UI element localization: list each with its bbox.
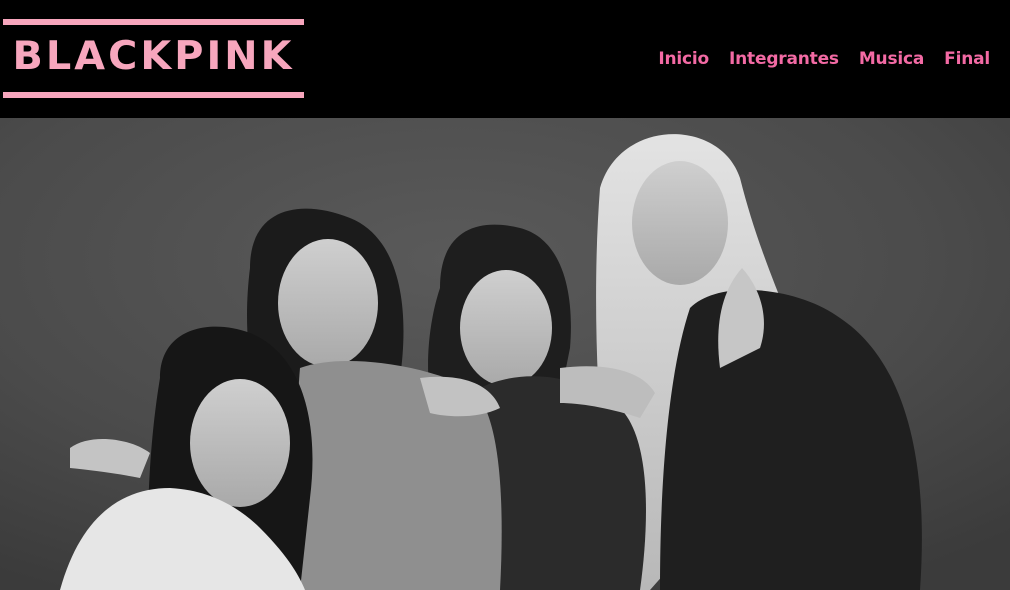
nav-link-musica[interactable]: Musica (859, 49, 925, 69)
group-photo-image (0, 118, 1010, 590)
logo-text: BLACKPINK (12, 34, 295, 79)
logo-top-bar (3, 19, 304, 25)
nav-link-inicio[interactable]: Inicio (658, 49, 709, 69)
site-header: BLACKPINK Inicio Integrantes Musica Fina… (0, 0, 1010, 118)
nav-link-final[interactable]: Final (944, 49, 990, 69)
main-nav: Inicio Integrantes Musica Final (658, 46, 990, 72)
logo-bottom-bar (3, 92, 304, 98)
nav-link-integrantes[interactable]: Integrantes (729, 49, 839, 69)
hero-image (0, 118, 1010, 590)
logo[interactable]: BLACKPINK (3, 19, 304, 98)
